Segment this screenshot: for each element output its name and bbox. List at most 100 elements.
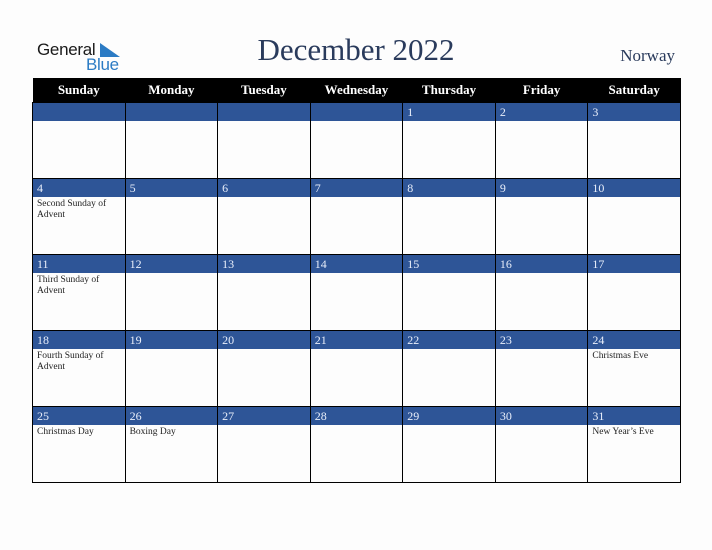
holiday-label (33, 121, 125, 123)
holiday-label (588, 273, 680, 275)
day-cell: 28 (309, 406, 404, 483)
holiday-label (311, 273, 403, 275)
day-cell: 1 (402, 102, 496, 179)
day-cell: 25 Christmas Day (32, 406, 126, 483)
holiday-label (126, 349, 218, 351)
holiday-label (496, 273, 588, 275)
day-number: 19 (125, 331, 218, 349)
holiday-label (218, 197, 310, 199)
holiday-label (588, 121, 680, 123)
day-number: 9 (495, 179, 588, 197)
day-cell (32, 102, 126, 179)
day-number: 21 (310, 331, 403, 349)
day-number: 5 (125, 179, 218, 197)
day-cell: 3 (587, 102, 681, 179)
weekday-header: Thursday (402, 78, 496, 103)
weekday-header: Monday (125, 78, 218, 103)
day-cell: 17 (587, 254, 681, 331)
holiday-label (496, 349, 588, 351)
day-number: 11 (33, 255, 125, 273)
day-number: 24 (588, 331, 680, 349)
day-cell: 12 (124, 254, 219, 331)
day-number: 2 (495, 103, 588, 121)
holiday-label (403, 121, 495, 123)
holiday-label (311, 425, 403, 427)
holiday-label (218, 273, 310, 275)
holiday-label (218, 349, 310, 351)
day-cell: 19 (124, 330, 219, 407)
day-cell: 20 (217, 330, 311, 407)
day-number: 30 (495, 407, 588, 425)
weekday-header: Tuesday (217, 78, 311, 103)
weekday-header: Saturday (587, 78, 681, 103)
day-cell: 9 (494, 178, 589, 255)
day-cell: 5 (124, 178, 219, 255)
holiday-label (311, 197, 403, 199)
holiday-label: Second Sunday of Advent (37, 199, 107, 220)
day-number (218, 103, 310, 121)
day-cell: 4 Second Sunday of Advent (32, 178, 126, 255)
day-number: 7 (310, 179, 403, 197)
weekday-header: Sunday (32, 78, 126, 103)
holiday-label (588, 197, 680, 199)
day-number: 4 (33, 179, 125, 197)
week-row: 25 Christmas Day 26 Boxing Day 27 28 29 30 31 New… (32, 406, 681, 483)
day-cell (217, 102, 311, 179)
holiday-label (126, 121, 218, 123)
day-number: 12 (125, 255, 218, 273)
day-cell: 8 (402, 178, 496, 255)
week-row: 4 Second Sunday of Advent 5 6 7 8 9 10 (32, 178, 681, 255)
holiday-label (403, 273, 495, 275)
day-number: 3 (588, 103, 680, 121)
day-cell: 26 Boxing Day (124, 406, 219, 483)
day-cell (124, 102, 219, 179)
day-number (310, 103, 403, 121)
holiday-label (311, 349, 403, 351)
day-cell: 15 (402, 254, 496, 331)
week-row: 11 Third Sunday of Advent 12 13 14 15 16 17 (32, 254, 681, 331)
holiday-label: Boxing Day (129, 427, 176, 437)
holiday-label: Fourth Sunday of Advent (37, 351, 104, 372)
day-number: 28 (310, 407, 403, 425)
day-number: 17 (588, 255, 680, 273)
holiday-label (126, 273, 218, 275)
day-number: 14 (310, 255, 403, 273)
day-cell: 30 (494, 406, 589, 483)
day-cell: 31 New Year’s Eve (587, 406, 681, 483)
holiday-label (311, 121, 403, 123)
weekday-header-row: Sunday Monday Tuesday Wednesday Thursday… (32, 78, 681, 103)
holiday-label (403, 425, 495, 427)
holiday-label (496, 121, 588, 123)
holiday-label: Third Sunday of Advent (37, 275, 100, 296)
week-row: 18 Fourth Sunday of Advent 19 20 21 22 23 24 Chr… (32, 330, 681, 407)
day-number: 15 (403, 255, 495, 273)
day-cell: 23 (494, 330, 589, 407)
day-number: 20 (218, 331, 310, 349)
weekday-header: Wednesday (310, 78, 403, 103)
day-number: 31 (588, 407, 680, 425)
day-number: 27 (218, 407, 310, 425)
day-number: 29 (403, 407, 495, 425)
calendar-title: December 2022 (257, 32, 455, 67)
holiday-label: New Year’s Eve (592, 427, 654, 437)
holiday-label: Christmas Eve (592, 351, 649, 361)
holiday-label (218, 121, 310, 123)
day-cell: 27 (217, 406, 311, 483)
day-number (125, 103, 218, 121)
country-label: Norway (620, 46, 675, 65)
day-number: 13 (218, 255, 310, 273)
weekday-header: Friday (495, 78, 588, 103)
day-cell: 10 (587, 178, 681, 255)
day-cell: 14 (309, 254, 404, 331)
day-cell: 11 Third Sunday of Advent (32, 254, 126, 331)
day-number: 26 (125, 407, 218, 425)
holiday-label (218, 425, 310, 427)
day-number: 6 (218, 179, 310, 197)
day-cell: 7 (309, 178, 404, 255)
day-number: 22 (403, 331, 495, 349)
day-number: 1 (403, 103, 495, 121)
holiday-label: Christmas Day (37, 427, 94, 437)
holiday-label (403, 349, 495, 351)
day-number: 18 (33, 331, 125, 349)
day-cell: 13 (217, 254, 311, 331)
